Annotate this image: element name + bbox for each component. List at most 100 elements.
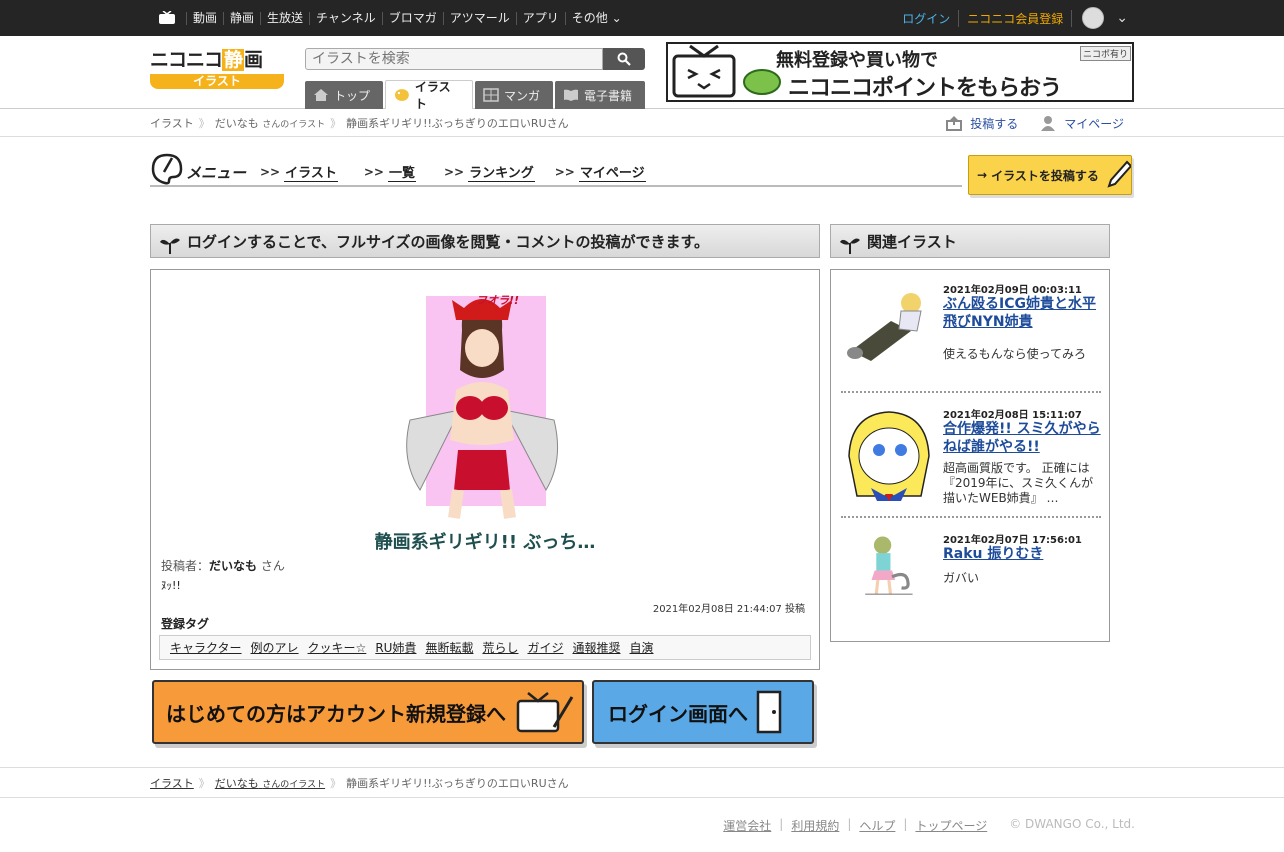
illust-image[interactable]: フオラ!! bbox=[400, 290, 564, 520]
login-notice-header: ログインすることで、フルサイズの画像を閲覧・コメントの投稿ができます。 bbox=[150, 224, 820, 258]
tag-list: キャラクター 例のアレ クッキー☆ RU姉貴 無断転載 荒らし ガイジ 通報推奨… bbox=[159, 635, 811, 660]
nav-item-app[interactable]: アプリ bbox=[515, 11, 565, 25]
poster-info: 投稿者：だいなも さん bbox=[161, 557, 285, 574]
search-button[interactable] bbox=[603, 48, 645, 70]
poster-name[interactable]: だいなも bbox=[209, 559, 257, 573]
post-link[interactable]: 投稿する bbox=[946, 115, 1018, 132]
related-title-link[interactable]: ぶん殴るICG姉貴と水平飛びNYN姉貴 bbox=[943, 295, 1103, 331]
nav-item-blomaga[interactable]: ブロマガ bbox=[381, 11, 443, 25]
logo-sei-text: 静 bbox=[222, 49, 245, 71]
login-link[interactable]: ログイン bbox=[894, 10, 958, 27]
arrow-icon: >> bbox=[443, 165, 465, 179]
menu-link-illust[interactable]: >> イラスト bbox=[260, 162, 338, 182]
footer-link-company[interactable]: 運営会社 bbox=[723, 817, 771, 834]
search-input[interactable] bbox=[305, 48, 603, 70]
tag-item[interactable]: 自演 bbox=[630, 639, 654, 656]
nav-item-other-label: その他 bbox=[571, 10, 608, 25]
tag-item[interactable]: 例のアレ bbox=[251, 639, 299, 656]
nav-item-live[interactable]: 生放送 bbox=[260, 11, 309, 25]
menu-link-mypage-label: マイページ bbox=[578, 162, 646, 182]
avatar[interactable] bbox=[1082, 7, 1105, 29]
arrow-icon: >> bbox=[363, 165, 384, 179]
breadcrumb-separator: 》 bbox=[330, 777, 342, 790]
breadcrumb-user[interactable]: だいなも さんのイラスト bbox=[215, 775, 325, 791]
tab-manga-label: マンガ bbox=[504, 88, 541, 103]
tab-illust[interactable]: イラスト bbox=[385, 80, 473, 111]
nav-item-other[interactable]: その他 ⌄ bbox=[564, 10, 628, 25]
footer-link-help[interactable]: ヘルプ bbox=[859, 817, 895, 834]
top-navigation-bar: 動画 静画 生放送 チャンネル ブロマガ アツマール アプリ その他 ⌄ ログイ… bbox=[0, 0, 1284, 36]
tag-item[interactable]: 無断転載 bbox=[425, 639, 473, 656]
nav-item-atsumaru[interactable]: アツマール bbox=[442, 11, 516, 25]
tab-manga[interactable]: マンガ bbox=[475, 81, 553, 109]
register-account-button[interactable]: はじめての方はアカウント新規登録へ bbox=[152, 680, 584, 744]
tag-item[interactable]: キャラクター bbox=[170, 639, 242, 656]
logo-main: ニコニコ静画 bbox=[150, 48, 284, 72]
breadcrumb-illust[interactable]: イラスト bbox=[150, 775, 194, 791]
nav-item-channel[interactable]: チャンネル bbox=[309, 11, 382, 25]
niconico-seiga-logo[interactable]: ニコニコ静画 イラスト bbox=[150, 48, 284, 96]
related-title-link[interactable]: 合作爆発!! スミ久がやらねば誰がやる!! bbox=[943, 420, 1103, 456]
footer-separator: | bbox=[847, 817, 852, 831]
nav-item-seiga[interactable]: 静画 bbox=[223, 11, 260, 25]
service-nav: 動画 静画 生放送 チャンネル ブロマガ アツマール アプリ その他 ⌄ bbox=[158, 0, 628, 36]
arrow-icon: >> bbox=[554, 165, 575, 179]
banner-line-2: ニコニコポイントをもらおう bbox=[788, 76, 1062, 101]
divider bbox=[841, 391, 1101, 393]
breadcrumb-illust[interactable]: イラスト bbox=[150, 115, 194, 131]
account-area: ログイン ニコニコ会員登録 ⌄ bbox=[894, 0, 1128, 36]
related-date: 2021年02月07日 17:56:01 bbox=[943, 535, 1082, 546]
illust-title: 静画系ギリギリ!! ぶっち… bbox=[374, 532, 596, 553]
menu-link-ranking[interactable]: >> ランキング bbox=[444, 162, 535, 182]
header-actions: 投稿する マイページ bbox=[924, 109, 1124, 137]
related-thumbnail[interactable] bbox=[841, 406, 936, 501]
niconico-point-banner[interactable]: 無料登録や買い物で ニコニコポイントをもらおう ニコポ有り bbox=[666, 42, 1134, 102]
tag-item[interactable]: RU姉貴 bbox=[375, 639, 416, 656]
list-item: 2021年02月07日 17:56:01 Raku 振りむき ガバい bbox=[841, 531, 1101, 611]
login-screen-button-label: ログイン画面へ bbox=[608, 701, 748, 726]
user-icon bbox=[1041, 116, 1056, 131]
mypage-link[interactable]: マイページ bbox=[1040, 115, 1124, 132]
menu-link-mypage[interactable]: >> マイページ bbox=[555, 162, 646, 182]
tab-ebook-label: 電子書籍 bbox=[584, 88, 633, 103]
list-item: 2021年02月08日 15:11:07 合作爆発!! スミ久がやらねば誰がやる… bbox=[841, 406, 1101, 506]
post-illust-button[interactable]: → イラストを投稿する bbox=[968, 155, 1132, 195]
related-thumbnail[interactable] bbox=[841, 281, 936, 376]
related-date: 2021年02月09日 00:03:11 bbox=[943, 285, 1082, 296]
tab-top-label: トップ bbox=[334, 88, 371, 103]
tag-item[interactable]: クッキー☆ bbox=[308, 639, 367, 656]
related-thumbnail[interactable] bbox=[841, 531, 936, 606]
related-title-link[interactable]: Raku 振りむき bbox=[943, 545, 1103, 563]
footer-link-top[interactable]: トップページ bbox=[915, 817, 987, 834]
tab-top[interactable]: トップ bbox=[305, 81, 383, 109]
login-screen-button[interactable]: ログイン画面へ bbox=[592, 680, 814, 744]
menu-link-list[interactable]: >> 一覧 bbox=[364, 162, 416, 182]
footer-breadcrumb: イラスト 》 だいなも さんのイラスト 》 静画系ギリギリ!!ぶっちぎりのエロい… bbox=[150, 768, 569, 798]
copyright: © DWANGO Co., Ltd. bbox=[1009, 817, 1135, 831]
register-link[interactable]: ニコニコ会員登録 bbox=[958, 9, 1073, 27]
mypage-link-label: マイページ bbox=[1064, 116, 1124, 131]
tag-item[interactable]: 通報推奨 bbox=[572, 639, 620, 656]
tab-ebook[interactable]: 電子書籍 bbox=[555, 81, 645, 109]
tab-illust-label: イラスト bbox=[414, 80, 451, 111]
tag-item[interactable]: 荒らし bbox=[482, 639, 518, 656]
tag-item[interactable]: ガイジ bbox=[527, 639, 563, 656]
nav-item-douga[interactable]: 動画 bbox=[186, 11, 223, 25]
book-icon bbox=[564, 89, 578, 101]
niconico-tv-icon[interactable] bbox=[158, 10, 176, 25]
register-account-button-label: はじめての方はアカウント新規登録へ bbox=[166, 701, 506, 726]
footer-link-terms[interactable]: 利用規約 bbox=[791, 817, 839, 834]
breadcrumb-user-name: だいなも bbox=[214, 777, 259, 790]
palette-icon bbox=[394, 89, 409, 101]
logo-ga-text: 画 bbox=[244, 49, 263, 71]
breadcrumb-user-suffix: さんのイラスト bbox=[262, 120, 326, 130]
breadcrumb-user[interactable]: だいなも さんのイラスト bbox=[215, 115, 325, 131]
manga-icon bbox=[483, 88, 499, 102]
upload-icon bbox=[946, 116, 963, 131]
tv-chan-icon bbox=[516, 692, 574, 733]
sprout-icon bbox=[840, 238, 860, 254]
site-header: ニコニコ静画 イラスト トップ イラスト マンガ 電子書籍 bbox=[0, 36, 1284, 111]
breadcrumb-current: 静画系ギリギリ!!ぶっちぎりのエロいRUさん bbox=[346, 117, 569, 130]
door-icon bbox=[756, 690, 782, 734]
chevron-down-icon[interactable]: ⌄ bbox=[1116, 10, 1128, 26]
